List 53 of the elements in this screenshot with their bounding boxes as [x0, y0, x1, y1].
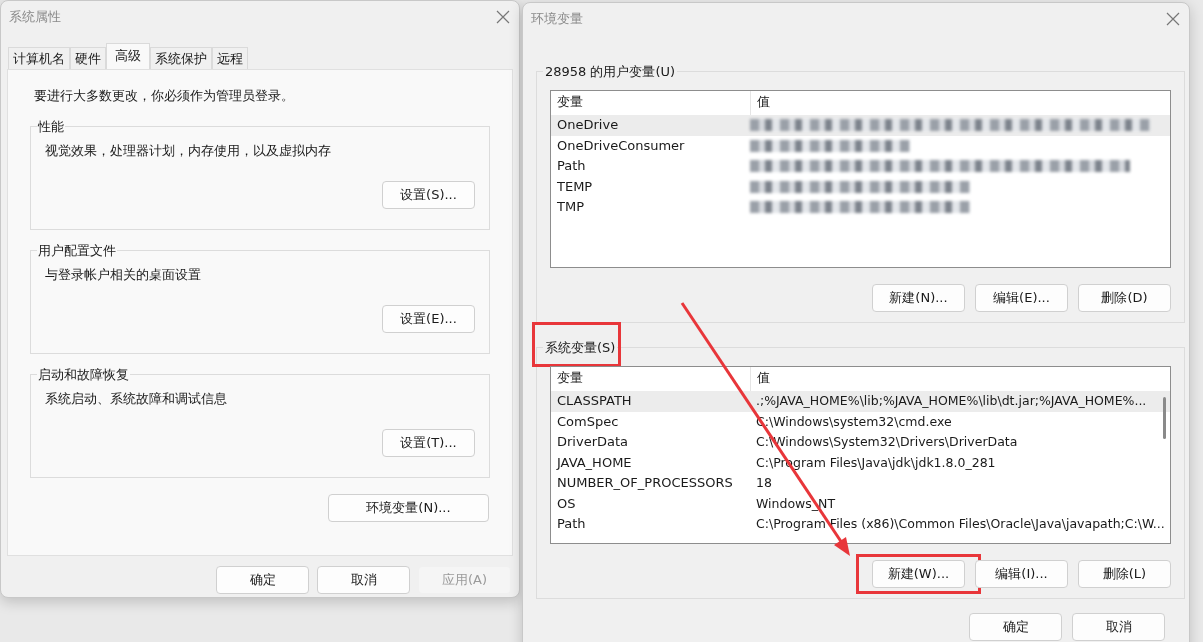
settings-button[interactable]: 设置(S)... — [382, 181, 475, 209]
tab[interactable]: 硬件 — [70, 47, 106, 69]
environment-variables-button[interactable]: 环境变量(N)... — [328, 493, 489, 522]
scrollbar-thumb[interactable] — [1163, 397, 1166, 439]
variable-value: 18 — [755, 474, 773, 492]
variable-row[interactable]: CLASSPATH .;%JAVA_HOME%\lib;%JAVA_HOME%\lib\dt.jar;%JAVA_HOME%... — [551, 391, 1170, 412]
variable-name: ComSpec — [556, 412, 620, 431]
variable-value: C:\Program Files (x86)\Common Files\Oracle\Java\javapath;C:\W... — [755, 515, 1166, 533]
notice-text: 要进行大多数更改，你必须作为管理员登录。 — [33, 87, 295, 105]
settings-button[interactable]: 设置(E)... — [382, 305, 475, 333]
dialog-button[interactable]: 确定 — [969, 613, 1062, 641]
variable-name: Path — [556, 157, 587, 175]
variable-name: TEMP — [556, 177, 594, 196]
column-header: 变量 — [556, 369, 584, 387]
column-header: 变量 — [556, 93, 584, 111]
tab[interactable]: 高级 — [106, 43, 150, 69]
dialog-button[interactable]: 确定 — [216, 566, 309, 594]
variable-name: TMP — [556, 198, 585, 216]
variable-name: DriverData — [556, 433, 630, 451]
variable-name: CLASSPATH — [556, 392, 633, 410]
settings-button[interactable]: 设置(T)... — [382, 429, 475, 457]
variable-name: OS — [556, 494, 577, 513]
variable-row[interactable]: TEMP — [551, 176, 1170, 197]
variable-name: JAVA_HOME — [555, 453, 633, 472]
list-button[interactable]: 新建(W)... — [872, 560, 965, 588]
list-button[interactable]: 编辑(I)... — [975, 560, 1068, 588]
variable-name: NUMBER_OF_PROCESSORS — [556, 474, 734, 492]
variable-value: .;%JAVA_HOME%\lib;%JAVA_HOME%\lib\dt.jar;%JAVA_HOME%... — [755, 392, 1148, 410]
list-button[interactable]: 删除(D) — [1078, 284, 1171, 312]
variable-row[interactable]: OneDriveConsumer — [551, 135, 1170, 156]
list-button[interactable]: 编辑(E)... — [975, 284, 1068, 312]
group-description: 与登录帐户相关的桌面设置 — [45, 265, 202, 284]
variable-name: Path — [556, 515, 587, 533]
close-icon[interactable] — [495, 9, 511, 25]
variable-row[interactable]: Path — [551, 156, 1170, 177]
variable-row[interactable]: TMP — [551, 197, 1170, 218]
dialog-button[interactable]: 取消 — [317, 566, 410, 594]
group-description: 系统启动、系统故障和调试信息 — [45, 389, 228, 408]
group-description: 视觉效果，处理器计划，内存使用，以及虚拟内存 — [45, 141, 332, 160]
close-icon[interactable] — [1165, 11, 1181, 27]
dialog-button[interactable]: 取消 — [1072, 613, 1165, 641]
window-title: 环境变量 — [531, 10, 583, 29]
list-button[interactable]: 删除(L) — [1078, 560, 1171, 588]
variable-row[interactable]: Path C:\Program Files (x86)\Common Files\Oracle\Java\javapath;C:\W... — [551, 514, 1170, 535]
tab[interactable]: 系统保护 — [150, 47, 212, 69]
window-title: 系统属性 — [9, 8, 61, 27]
tab[interactable]: 远程 — [212, 47, 248, 69]
tab[interactable]: 计算机名 — [8, 47, 70, 69]
variable-name: OneDrive — [556, 116, 620, 134]
list-button[interactable]: 新建(N)... — [872, 284, 965, 312]
variable-row[interactable]: NUMBER_OF_PROCESSORS 18 — [551, 473, 1170, 494]
variable-name: OneDriveConsumer — [556, 136, 686, 155]
variable-row[interactable]: OneDrive — [551, 115, 1170, 136]
